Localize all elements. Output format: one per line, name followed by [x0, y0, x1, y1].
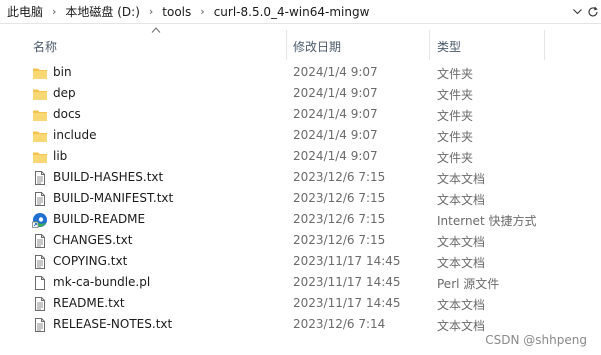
breadcrumb-drive-d[interactable]: 本地磁盘 (D:)	[62, 3, 142, 20]
address-bar[interactable]: 此电脑 › 本地磁盘 (D:) › tools › curl-8.5.0_4-w…	[0, 0, 601, 24]
file-name: COPYING.txt	[53, 254, 128, 268]
file-date: 2023/12/6 7:15	[293, 212, 386, 226]
sort-ascending-icon	[151, 27, 161, 33]
file-name: RELEASE-NOTES.txt	[53, 317, 173, 331]
file-row[interactable]: CHANGES.txt 2023/12/6 7:15 文本文档	[0, 230, 601, 251]
file-row[interactable]: mk-ca-bundle.pl 2023/11/17 14:45 Perl 源文…	[0, 272, 601, 293]
refresh-button[interactable]	[585, 0, 601, 24]
file-row[interactable]: BUILD-README 2023/12/6 7:15 Internet 快捷方…	[0, 209, 601, 230]
file-type: 文本文档	[437, 298, 486, 312]
file-type: 文件夹	[437, 67, 474, 81]
file-type: 文件夹	[437, 88, 474, 102]
file-name: lib	[53, 149, 68, 163]
breadcrumb: 此电脑 › 本地磁盘 (D:) › tools › curl-8.5.0_4-w…	[0, 0, 372, 24]
file-type: 文本文档	[437, 319, 486, 333]
folder-icon	[32, 128, 48, 144]
folder-icon	[32, 107, 48, 123]
file-type: 文本文档	[437, 193, 486, 207]
file-row[interactable]: docs 2024/1/4 9:07 文件夹	[0, 104, 601, 125]
file-row[interactable]: bin 2024/1/4 9:07 文件夹	[0, 62, 601, 83]
file-date: 2023/12/6 7:15	[293, 170, 386, 184]
file-date: 2024/1/4 9:07	[293, 149, 378, 163]
file-name: docs	[53, 107, 81, 121]
file-name: README.txt	[53, 296, 125, 310]
address-history-dropdown[interactable]	[569, 0, 585, 24]
file-row[interactable]: include 2024/1/4 9:07 文件夹	[0, 125, 601, 146]
file-date: 2023/11/17 14:45	[293, 254, 401, 268]
file-type: 文本文档	[437, 256, 486, 270]
breadcrumb-this-pc[interactable]: 此电脑	[4, 3, 46, 20]
file-type: 文本文档	[437, 235, 486, 249]
file-name: BUILD-MANIFEST.txt	[53, 191, 174, 205]
file-date: 2024/1/4 9:07	[293, 65, 378, 79]
breadcrumb-curl-folder[interactable]: curl-8.5.0_4-win64-mingw	[211, 5, 373, 19]
column-divider[interactable]	[544, 30, 545, 60]
folder-icon	[32, 149, 48, 165]
text-file-icon	[32, 170, 48, 186]
file-row[interactable]: lib 2024/1/4 9:07 文件夹	[0, 146, 601, 167]
file-type: 文件夹	[437, 109, 474, 123]
text-file-icon	[32, 233, 48, 249]
file-name: include	[53, 128, 97, 142]
column-divider[interactable]	[286, 30, 287, 60]
file-date: 2023/11/17 14:45	[293, 275, 401, 289]
internet-shortcut-icon	[32, 212, 48, 228]
file-date: 2023/12/6 7:14	[293, 317, 386, 331]
file-row[interactable]: BUILD-MANIFEST.txt 2023/12/6 7:15 文本文档	[0, 188, 601, 209]
file-date: 2023/12/6 7:15	[293, 191, 386, 205]
text-file-icon	[32, 296, 48, 312]
breadcrumb-separator-icon[interactable]: ›	[46, 5, 62, 18]
breadcrumb-tools[interactable]: tools	[159, 5, 194, 19]
file-date: 2024/1/4 9:07	[293, 86, 378, 100]
text-file-icon	[32, 317, 48, 333]
file-row[interactable]: README.txt 2023/11/17 14:45 文本文档	[0, 293, 601, 314]
file-row[interactable]: BUILD-HASHES.txt 2023/12/6 7:15 文本文档	[0, 167, 601, 188]
folder-icon	[32, 86, 48, 102]
blank-file-icon	[32, 275, 48, 291]
file-name: bin	[53, 65, 72, 79]
breadcrumb-separator-icon[interactable]: ›	[194, 5, 210, 18]
file-name: dep	[53, 86, 76, 100]
folder-icon	[32, 65, 48, 81]
column-header-name[interactable]: 名称	[33, 38, 57, 55]
file-name: BUILD-HASHES.txt	[53, 170, 164, 184]
text-file-icon	[32, 254, 48, 270]
chevron-down-icon	[572, 9, 582, 15]
watermark: CSDN @shhpeng	[485, 333, 587, 347]
file-type: Perl 源文件	[437, 277, 500, 291]
file-row[interactable]: RELEASE-NOTES.txt 2023/12/6 7:14 文本文档	[0, 314, 601, 335]
column-divider[interactable]	[429, 30, 430, 60]
file-date: 2023/11/17 14:45	[293, 296, 401, 310]
file-date: 2024/1/4 9:07	[293, 128, 378, 142]
file-date: 2024/1/4 9:07	[293, 107, 378, 121]
file-name: mk-ca-bundle.pl	[53, 275, 151, 289]
file-type: 文件夹	[437, 130, 474, 144]
column-header-type[interactable]: 类型	[437, 38, 461, 55]
refresh-icon	[588, 6, 598, 17]
column-header-row: 名称 修改日期 类型	[0, 24, 601, 60]
file-type: Internet 快捷方式	[437, 214, 537, 228]
file-row[interactable]: dep 2024/1/4 9:07 文件夹	[0, 83, 601, 104]
file-date: 2023/12/6 7:15	[293, 233, 386, 247]
file-name: CHANGES.txt	[53, 233, 133, 247]
file-type: 文本文档	[437, 172, 486, 186]
text-file-icon	[32, 191, 48, 207]
file-row[interactable]: COPYING.txt 2023/11/17 14:45 文本文档	[0, 251, 601, 272]
file-name: BUILD-README	[53, 212, 146, 226]
column-header-date[interactable]: 修改日期	[293, 38, 341, 55]
file-type: 文件夹	[437, 151, 474, 165]
breadcrumb-separator-icon[interactable]: ›	[143, 5, 159, 18]
